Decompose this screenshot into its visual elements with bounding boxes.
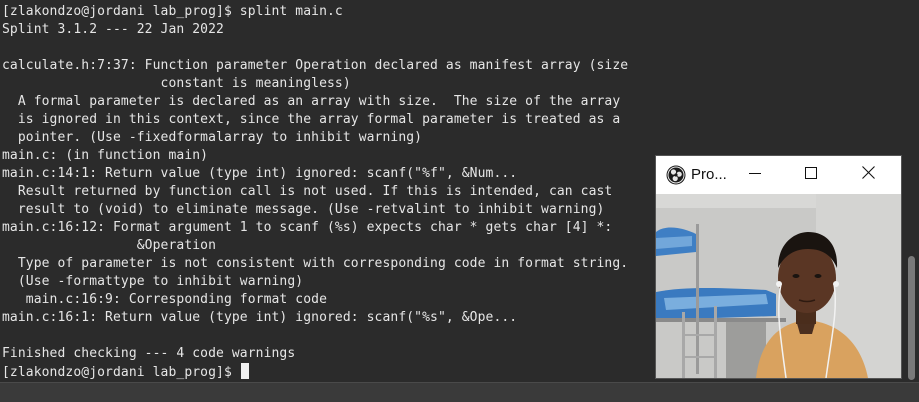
terminal-line: A formal parameter is declared as an arr… bbox=[2, 94, 621, 109]
minimize-button[interactable] bbox=[732, 156, 778, 194]
maximize-button[interactable] bbox=[788, 156, 834, 194]
terminal-line: calculate.h:7:37: Function parameter Ope… bbox=[2, 58, 629, 73]
terminal-line: is ignored in this context, since the ar… bbox=[2, 112, 621, 127]
scrollbar-thumb[interactable] bbox=[908, 256, 915, 380]
obs-logo-icon bbox=[666, 165, 686, 185]
terminal-line: main.c:16:9: Corresponding format code bbox=[2, 292, 327, 307]
bottom-panel bbox=[0, 382, 919, 402]
terminal-line: Result returned by function call is not … bbox=[2, 184, 613, 199]
terminal-line: (Use -formattype to inhibit warning) bbox=[2, 274, 304, 289]
close-button[interactable] bbox=[845, 156, 891, 194]
webcam-scene bbox=[656, 194, 901, 378]
close-icon bbox=[861, 166, 875, 184]
terminal-line: main.c: (in function main) bbox=[2, 148, 209, 163]
projector-titlebar[interactable]: Pro... bbox=[656, 156, 901, 194]
text-cursor bbox=[240, 363, 249, 379]
terminal-output: [zlakondzo@jordani lab_prog]$ splint mai… bbox=[2, 3, 628, 381]
terminal-line: main.c:16:1: Return value (type int) ign… bbox=[2, 310, 518, 325]
maximize-icon bbox=[805, 166, 817, 184]
terminal-line: Type of parameter is not consistent with… bbox=[2, 256, 629, 271]
projector-window[interactable]: Pro... bbox=[656, 156, 901, 378]
terminal-line: Splint 3.1.2 --- 22 Jan 2022 bbox=[2, 22, 224, 37]
terminal-line: &Operation bbox=[2, 238, 217, 253]
terminal-line: main.c:14:1: Return value (type int) ign… bbox=[2, 166, 518, 181]
terminal-line: pointer. (Use -fixedformalarray to inhib… bbox=[2, 130, 423, 145]
terminal-line: [zlakondzo@jordani lab_prog]$ splint mai… bbox=[2, 4, 343, 19]
terminal-line: result to (void) to eliminate message. (… bbox=[2, 202, 605, 217]
projector-title: Pro... bbox=[691, 166, 727, 183]
minimize-icon bbox=[749, 166, 761, 184]
terminal-line: constant is meaningless) bbox=[2, 76, 351, 91]
webcam-preview bbox=[656, 194, 901, 378]
terminal-line: main.c:16:12: Format argument 1 to scanf… bbox=[2, 220, 613, 235]
shell-prompt: [zlakondzo@jordani lab_prog]$ bbox=[2, 365, 240, 380]
terminal-prompt-line[interactable]: [zlakondzo@jordani lab_prog]$ bbox=[2, 363, 628, 381]
terminal-line: Finished checking --- 4 code warnings bbox=[2, 346, 296, 361]
